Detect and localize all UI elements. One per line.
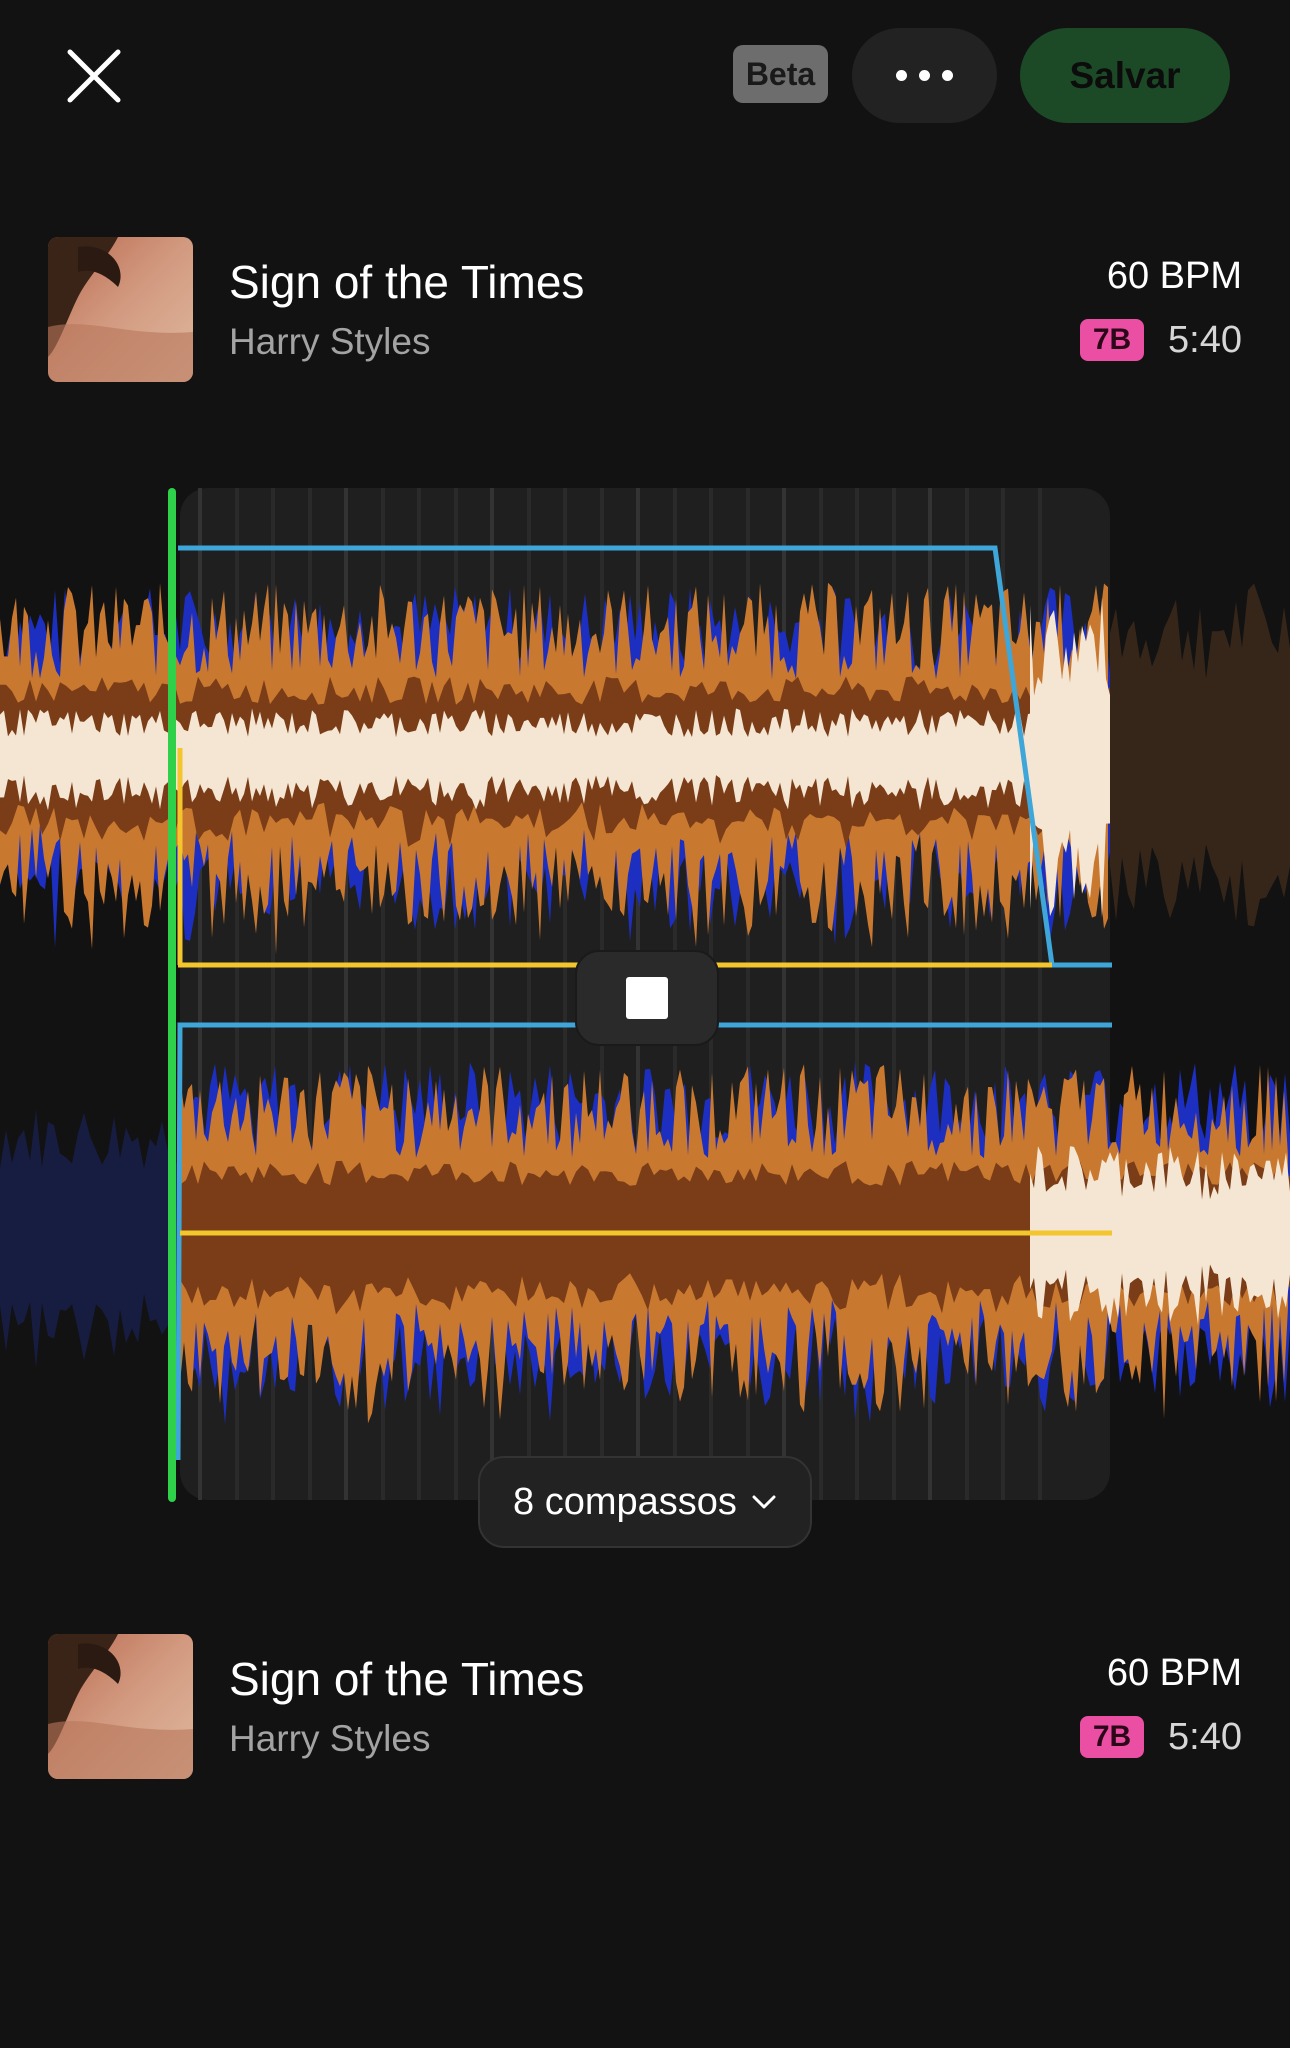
waveform-core-peak: [1030, 1146, 1290, 1326]
waveform-faded: [0, 1109, 180, 1369]
cue-marker[interactable]: [168, 488, 176, 1502]
chevron-down-icon: [752, 1495, 776, 1509]
stop-button[interactable]: [575, 950, 719, 1046]
waveform-track-bottom: [0, 1061, 1290, 1425]
track-artist: Harry Styles: [229, 1718, 431, 1759]
album-cover: [48, 1634, 193, 1779]
waveform-track-top: [0, 582, 1290, 955]
track-title: Sign of the Times: [229, 1653, 585, 1705]
bars-label: 8 compassos: [513, 1480, 737, 1523]
bars-dropdown[interactable]: 8 compassos: [478, 1456, 812, 1548]
track-bpm: 60 BPM: [1106, 1652, 1242, 1694]
waveform-faded: [1110, 583, 1290, 927]
stop-icon: [626, 977, 668, 1019]
track-duration: 5:40: [1168, 1716, 1242, 1758]
key-badge: 7B: [1080, 1716, 1144, 1758]
track-row-bottom[interactable]: Sign of the Times Harry Styles 60 BPM 7B…: [48, 1634, 1242, 1779]
